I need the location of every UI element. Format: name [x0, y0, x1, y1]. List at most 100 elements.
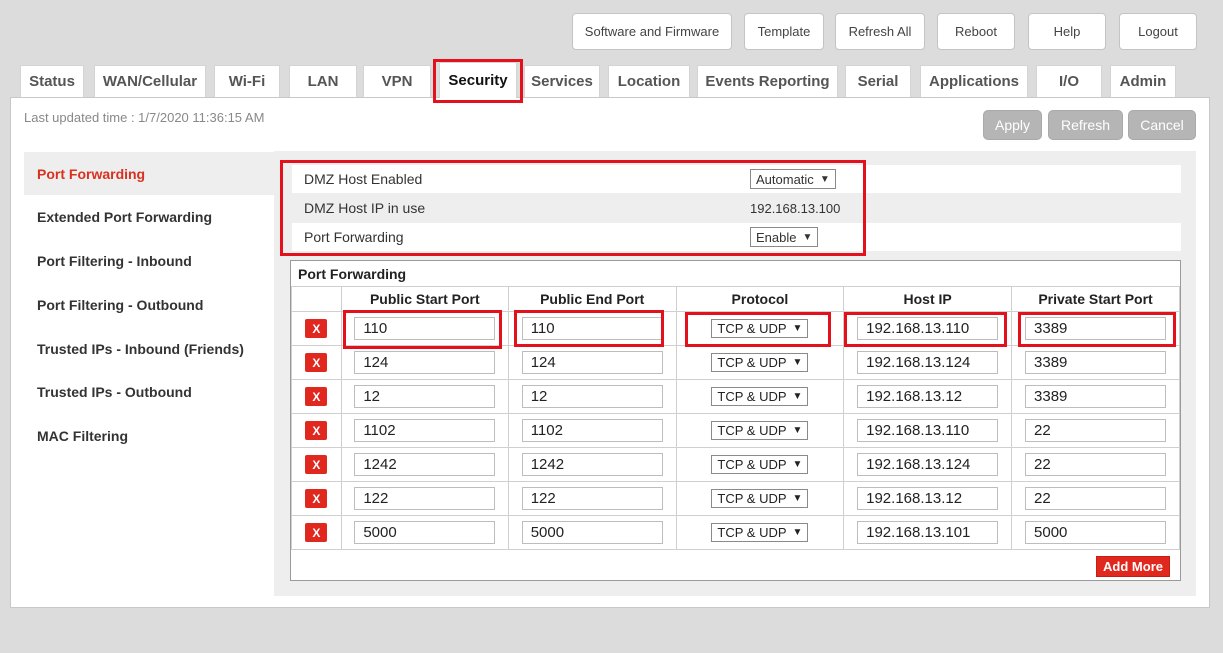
public-start-port-input[interactable] [354, 317, 496, 340]
delete-cell: X [291, 481, 342, 516]
tab-wan-cellular[interactable]: WAN/Cellular [94, 65, 206, 97]
add-more-button[interactable]: Add More [1096, 556, 1170, 577]
delete-row-button[interactable]: X [305, 353, 328, 372]
port-forwarding-row: Port Forwarding Enable ▼ [292, 223, 1181, 251]
tab-wifi[interactable]: Wi-Fi [214, 65, 280, 97]
host-ip-input[interactable] [857, 351, 999, 374]
public-end-port-input[interactable] [521, 317, 663, 340]
software-firmware-button[interactable]: Software and Firmware [572, 13, 732, 50]
delete-row-button[interactable]: X [305, 455, 328, 474]
help-button[interactable]: Help [1028, 13, 1106, 50]
private-start-port-input[interactable] [1025, 453, 1167, 476]
dmz-enabled-value: Automatic [756, 171, 814, 187]
public-end-port-input[interactable] [521, 453, 663, 476]
caret-down-icon: ▼ [792, 391, 803, 402]
protocol-select[interactable]: TCP & UDP ▼ [711, 421, 809, 440]
host-ip-input[interactable] [857, 419, 999, 442]
dmz-enabled-select[interactable]: Automatic ▼ [750, 169, 836, 189]
delete-row-button[interactable]: X [305, 319, 328, 338]
public-end-port-input[interactable] [521, 487, 663, 510]
protocol-select[interactable]: TCP & UDP ▼ [711, 523, 809, 542]
private-start-port-input[interactable] [1025, 351, 1167, 374]
sidebar-item-port-forwarding[interactable]: Port Forwarding [24, 152, 274, 195]
table-row: X TCP & UDP ▼ [291, 515, 1180, 550]
refresh-button[interactable]: Refresh [1048, 110, 1123, 140]
delete-row-button[interactable]: X [305, 523, 328, 542]
public-start-port-input[interactable] [354, 453, 496, 476]
sidebar-item-port-filtering-outbound[interactable]: Port Filtering - Outbound [24, 283, 274, 326]
port-forwarding-select[interactable]: Enable ▼ [750, 227, 819, 247]
public-start-port-input[interactable] [354, 419, 496, 442]
delete-row-button[interactable]: X [305, 387, 328, 406]
public-end-port-input[interactable] [521, 419, 663, 442]
sidebar-item-trusted-ips-outbound[interactable]: Trusted IPs - Outbound [24, 370, 274, 413]
protocol-select[interactable]: TCP & UDP ▼ [711, 353, 809, 372]
tab-location[interactable]: Location [608, 65, 690, 97]
tab-io[interactable]: I/O [1036, 65, 1102, 97]
public-start-port-input[interactable] [354, 385, 496, 408]
host-ip-input[interactable] [857, 521, 999, 544]
tab-events-reporting[interactable]: Events Reporting [697, 65, 838, 97]
protocol-value: TCP & UDP [717, 457, 787, 472]
public-end-port-input[interactable] [521, 351, 663, 374]
table-cell [507, 481, 677, 516]
delete-row-button[interactable]: X [305, 489, 328, 508]
sidebar-item-extended-port-forwarding[interactable]: Extended Port Forwarding [24, 195, 274, 238]
private-start-port-input[interactable] [1025, 487, 1167, 510]
public-start-port-input[interactable] [354, 351, 496, 374]
apply-button[interactable]: Apply [983, 110, 1042, 140]
table-row: X TCP & UDP ▼ [291, 311, 1180, 346]
caret-down-icon: ▼ [802, 231, 813, 243]
protocol-value: TCP & UDP [717, 355, 787, 370]
protocol-select[interactable]: TCP & UDP ▼ [711, 455, 809, 474]
protocol-select[interactable]: TCP & UDP ▼ [711, 489, 809, 508]
tab-services[interactable]: Services [524, 65, 600, 97]
table-cell [340, 311, 509, 346]
host-ip-input[interactable] [857, 453, 999, 476]
cancel-button[interactable]: Cancel [1128, 110, 1196, 140]
tab-admin[interactable]: Admin [1110, 65, 1176, 97]
table-cell [1011, 345, 1180, 380]
sidebar-item-trusted-ips-inbound[interactable]: Trusted IPs - Inbound (Friends) [24, 327, 274, 370]
port-forwarding-label: Port Forwarding [304, 229, 404, 245]
tab-security[interactable]: Security [439, 62, 517, 98]
public-end-port-input[interactable] [521, 521, 663, 544]
delete-row-button[interactable]: X [305, 421, 328, 440]
tab-vpn[interactable]: VPN [363, 65, 431, 97]
tab-applications[interactable]: Applications [920, 65, 1028, 97]
private-start-port-input[interactable] [1025, 419, 1167, 442]
table-cell [340, 413, 509, 448]
public-start-port-input[interactable] [354, 521, 496, 544]
tab-lan[interactable]: LAN [289, 65, 357, 97]
reboot-button[interactable]: Reboot [937, 13, 1015, 50]
tab-status[interactable]: Status [20, 65, 84, 97]
private-start-port-input[interactable] [1025, 317, 1167, 340]
tab-serial[interactable]: Serial [845, 65, 911, 97]
public-end-port-input[interactable] [521, 385, 663, 408]
table-row: X TCP & UDP ▼ [291, 447, 1180, 482]
template-button[interactable]: Template [744, 13, 824, 50]
delete-column-header [291, 286, 342, 312]
table-cell: TCP & UDP ▼ [675, 515, 845, 550]
protocol-select[interactable]: TCP & UDP ▼ [711, 319, 809, 338]
private-start-port-input[interactable] [1025, 521, 1167, 544]
dmz-ip-row: DMZ Host IP in use 192.168.13.100 [292, 194, 1181, 222]
sidebar-item-mac-filtering[interactable]: MAC Filtering [24, 414, 274, 457]
host-ip-input[interactable] [857, 385, 999, 408]
table-cell [843, 379, 1013, 414]
host-ip-input[interactable] [857, 317, 999, 340]
table-cell [340, 515, 509, 550]
host-ip-input[interactable] [857, 487, 999, 510]
table-cell [1011, 515, 1180, 550]
table-row: X TCP & UDP ▼ [291, 345, 1180, 380]
protocol-select[interactable]: TCP & UDP ▼ [711, 387, 809, 406]
table-cell [1011, 447, 1180, 482]
private-start-port-input[interactable] [1025, 385, 1167, 408]
sidebar-item-port-filtering-inbound[interactable]: Port Filtering - Inbound [24, 239, 274, 282]
public-start-port-input[interactable] [354, 487, 496, 510]
logout-button[interactable]: Logout [1119, 13, 1197, 50]
table-cell [507, 311, 677, 346]
port-forwarding-table: Public Start Port Public End Port Protoc… [291, 286, 1180, 550]
refresh-all-button[interactable]: Refresh All [835, 13, 925, 50]
main-panel: Last updated time : 1/7/2020 11:36:15 AM… [10, 97, 1210, 608]
